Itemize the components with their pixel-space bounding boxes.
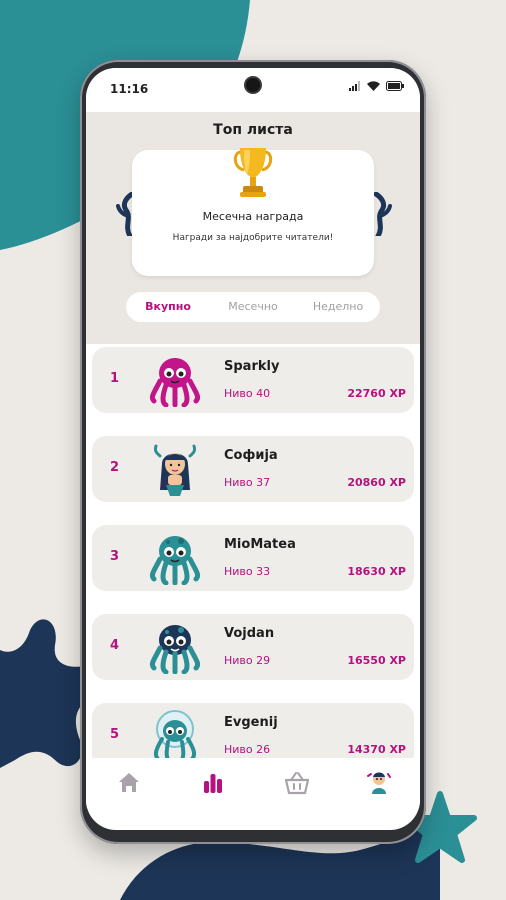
tab-monthly[interactable]: Месечно (210, 292, 296, 322)
leaderboard-header: Топ листа Месечна награда Награди за нај… (86, 112, 420, 344)
leaderboard-row[interactable]: 1 Sparkly Ниво 40 22760 XP (92, 347, 414, 413)
leaderboard-list[interactable]: 1 Sparkly Ниво 40 22760 XP 2 Софија Ниво… (86, 344, 420, 764)
front-camera (246, 78, 260, 92)
wifi-icon (367, 81, 380, 91)
rank-number: 3 (110, 549, 120, 564)
leaderboard-icon[interactable] (198, 768, 228, 798)
navy-octopus-avatar (149, 625, 201, 674)
player-xp: 22760 XP (347, 387, 406, 400)
profile-avatar-icon[interactable] (364, 768, 394, 798)
player-xp: 14370 XP (347, 743, 406, 756)
pink-octopus-avatar (149, 358, 201, 407)
player-name: Vojdan (224, 626, 275, 641)
player-xp: 18630 XP (347, 565, 406, 578)
status-icons (349, 81, 404, 91)
player-name: Evgenij (224, 715, 278, 730)
player-level: Ниво 37 (224, 476, 271, 489)
leaderboard-row[interactable]: 3 MioMatea Ниво 33 18630 XP (92, 525, 414, 591)
teal-octopus-avatar (149, 536, 201, 585)
player-level: Ниво 26 (224, 743, 271, 756)
player-xp: 20860 XP (347, 476, 406, 489)
shop-basket-icon[interactable] (282, 768, 312, 798)
leaderboard-row[interactable]: 2 Софија Ниво 37 20860 XP (92, 436, 414, 502)
player-level: Ниво 29 (224, 654, 271, 667)
monthly-award-card[interactable]: Месечна награда Награди за најдобрите чи… (132, 148, 374, 276)
battery-icon (386, 81, 404, 91)
rank-number: 1 (110, 371, 120, 386)
rank-number: 4 (110, 638, 120, 653)
app-screen: 11:16 Топ листа Месечна награда Награди … (86, 68, 420, 830)
player-name: Софија (224, 448, 278, 463)
player-xp: 16550 XP (347, 654, 406, 667)
page-title: Топ листа (213, 122, 293, 138)
signal-icon (349, 81, 360, 91)
award-description: Награди за најдобрите читатели! (172, 233, 334, 243)
trophy-icon (233, 148, 273, 197)
player-name: MioMatea (224, 537, 296, 552)
status-bar: 11:16 (86, 68, 420, 112)
home-icon[interactable] (114, 768, 144, 798)
tab-total[interactable]: Вкупно (126, 292, 210, 322)
leaderboard-row[interactable]: 5 Evgenij Ниво 26 14370 XP (92, 703, 414, 764)
award-title: Месечна награда (202, 210, 304, 223)
player-level: Ниво 40 (224, 387, 271, 400)
player-name: Sparkly (224, 359, 280, 374)
rank-number: 5 (110, 727, 120, 742)
tab-weekly[interactable]: Неделно (296, 292, 380, 322)
bottom-navigation (86, 758, 420, 808)
rank-number: 2 (110, 460, 120, 475)
player-level: Ниво 33 (224, 565, 271, 578)
period-tabs: Вкупно Месечно Неделно (126, 292, 380, 322)
status-time: 11:16 (110, 82, 149, 96)
diver-octopus-avatar (153, 710, 197, 763)
leaderboard-row[interactable]: 4 Vojdan Ниво 29 16550 XP (92, 614, 414, 680)
mermaid-girl-avatar (154, 444, 196, 496)
